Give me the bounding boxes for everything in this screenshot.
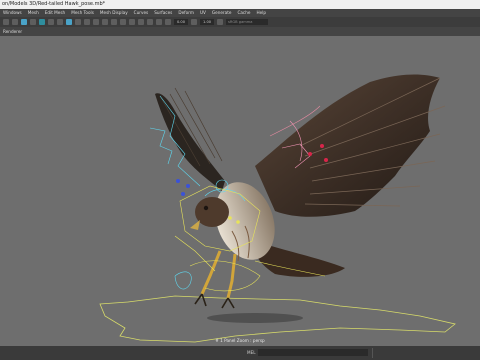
- color-management-icon[interactable]: [217, 19, 224, 25]
- lights-icon[interactable]: [93, 19, 99, 25]
- viewport-toolbar: 0.00 1.00 sRGB gamma: [0, 17, 480, 27]
- motion-blur-icon[interactable]: [120, 19, 126, 25]
- shadows-icon[interactable]: [102, 19, 108, 25]
- exposure-icon[interactable]: [165, 19, 171, 25]
- menu-windows[interactable]: Windows: [3, 9, 22, 17]
- ambient-occlusion-icon[interactable]: [111, 19, 117, 25]
- menu-uv[interactable]: UV: [200, 9, 206, 17]
- lock-camera-icon[interactable]: [12, 19, 18, 25]
- resolution-gate-icon[interactable]: [57, 19, 63, 25]
- command-input[interactable]: [258, 349, 368, 356]
- command-line: MEL: [0, 346, 480, 360]
- view-transform-field[interactable]: sRGB gamma: [226, 19, 269, 25]
- scene-render: [99, 74, 456, 343]
- wireframe-icon[interactable]: [66, 19, 72, 25]
- command-divider: [372, 348, 373, 358]
- film-gate-icon[interactable]: [48, 19, 54, 25]
- menu-help[interactable]: Help: [256, 9, 266, 17]
- menu-mesh-display[interactable]: Mesh Display: [100, 9, 128, 17]
- menu-deform[interactable]: Deform: [178, 9, 194, 17]
- menu-edit-mesh[interactable]: Edit Mesh: [45, 9, 65, 17]
- hawk-legs: [194, 250, 237, 309]
- menu-mesh[interactable]: Mesh: [28, 9, 39, 17]
- script-language-label[interactable]: MEL: [247, 350, 256, 355]
- textured-icon[interactable]: [84, 19, 90, 25]
- main-menu-bar: Windows Mesh Edit Mesh Mesh Tools Mesh D…: [0, 9, 480, 17]
- xray-joints-icon[interactable]: [156, 19, 162, 25]
- anti-aliasing-icon[interactable]: [129, 19, 135, 25]
- xray-icon[interactable]: [147, 19, 153, 25]
- right-wing: [255, 74, 446, 217]
- select-camera-icon[interactable]: [3, 19, 9, 25]
- isolate-select-icon[interactable]: [138, 19, 144, 25]
- exposure-field[interactable]: 0.00: [174, 19, 189, 25]
- viewport-3d[interactable]: [0, 36, 480, 346]
- menu-surfaces[interactable]: Surfaces: [154, 9, 172, 17]
- camera-label: # 1 Panel Zoom : persp: [215, 338, 265, 343]
- renderer-menu[interactable]: Renderer: [3, 27, 22, 36]
- menu-curves[interactable]: Curves: [134, 9, 149, 17]
- menu-cache[interactable]: Cache: [237, 9, 250, 17]
- menu-generate[interactable]: Generate: [212, 9, 232, 17]
- ground-shadow: [207, 313, 303, 323]
- grid-icon[interactable]: [39, 19, 45, 25]
- title-bar: on/Models 3D/Red-tailed Hawk_pose.mb*: [0, 0, 480, 9]
- menu-mesh-tools[interactable]: Mesh Tools: [71, 9, 94, 17]
- smooth-shade-icon[interactable]: [75, 19, 81, 25]
- gamma-field[interactable]: 1.00: [200, 19, 215, 25]
- image-plane-icon[interactable]: [30, 19, 36, 25]
- bookmark-icon[interactable]: [21, 19, 27, 25]
- gamma-icon[interactable]: [191, 19, 198, 25]
- window-title: on/Models 3D/Red-tailed Hawk_pose.mb*: [2, 1, 106, 7]
